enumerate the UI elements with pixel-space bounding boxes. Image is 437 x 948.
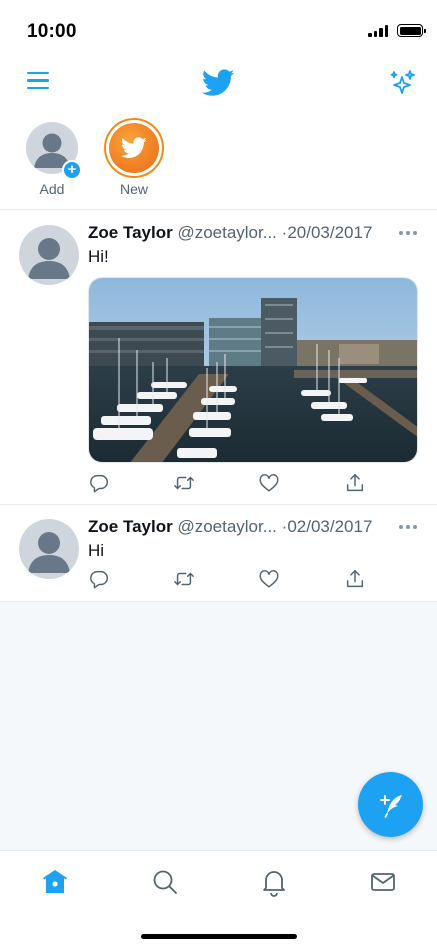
- retweet-icon[interactable]: [173, 472, 195, 494]
- status-bar: 10:00: [0, 0, 437, 58]
- tweet-text: Hi!: [88, 247, 109, 266]
- retweet-icon[interactable]: [173, 568, 195, 590]
- compose-tweet-icon: [379, 794, 402, 818]
- tweet-date: 20/03/2017: [287, 223, 373, 242]
- share-icon[interactable]: [344, 472, 366, 494]
- fleet-label-add: Add: [39, 181, 65, 197]
- twitter-bird-icon: [201, 69, 235, 102]
- tab-home[interactable]: [40, 867, 70, 897]
- twitter-bird-icon: [121, 137, 147, 158]
- fleet-new[interactable]: New: [102, 118, 166, 197]
- bell-icon: [263, 871, 285, 897]
- tab-bar: [0, 850, 437, 948]
- tweet-header: Zoe Taylor @zoetaylor... ·20/03/2017: [88, 223, 420, 243]
- fleets-row: + Add New: [0, 110, 437, 210]
- home-icon: [43, 870, 67, 893]
- status-time: 10:00: [27, 21, 77, 42]
- reply-icon[interactable]: [88, 472, 110, 494]
- mail-icon: [371, 873, 395, 891]
- top-bar: [0, 58, 437, 110]
- tweet-actions: [88, 472, 368, 496]
- like-icon[interactable]: [258, 568, 280, 590]
- more-options-icon[interactable]: [399, 231, 417, 235]
- tweet-author-handle[interactable]: @zoetaylor...: [177, 223, 276, 242]
- avatar[interactable]: [19, 225, 79, 285]
- tweet-author-name[interactable]: Zoe Taylor: [88, 223, 173, 242]
- hamburger-menu-icon[interactable]: [27, 72, 49, 94]
- search-icon: [153, 870, 177, 894]
- fleet-add[interactable]: + Add: [20, 122, 84, 197]
- fleet-ring: [104, 118, 164, 178]
- signal-icon: [368, 24, 388, 37]
- tweet[interactable]: Zoe Taylor @zoetaylor... ·20/03/2017 Hi!: [0, 211, 437, 505]
- tweet-header: Zoe Taylor @zoetaylor... ·02/03/2017: [88, 517, 420, 537]
- tweet-actions: [88, 568, 368, 592]
- status-icons: [368, 24, 426, 37]
- reply-icon[interactable]: [88, 568, 110, 590]
- tweet-text: Hi: [88, 541, 105, 560]
- battery-icon: [397, 24, 426, 37]
- tweet-author-name[interactable]: Zoe Taylor: [88, 517, 173, 536]
- tweet-media-image[interactable]: [88, 277, 418, 463]
- tweet-author-handle[interactable]: @zoetaylor...: [177, 517, 276, 536]
- tweet-date: 02/03/2017: [287, 517, 373, 536]
- tab-search[interactable]: [150, 867, 180, 897]
- compose-tweet-button[interactable]: [358, 772, 423, 837]
- avatar[interactable]: [19, 519, 79, 579]
- plus-icon: +: [62, 160, 82, 180]
- more-options-icon[interactable]: [399, 525, 417, 529]
- tab-notifications[interactable]: [259, 867, 289, 897]
- tweet[interactable]: Zoe Taylor @zoetaylor... ·02/03/2017 Hi: [0, 505, 437, 602]
- home-indicator[interactable]: [141, 934, 297, 939]
- share-icon[interactable]: [344, 568, 366, 590]
- tab-messages[interactable]: [368, 867, 398, 897]
- like-icon[interactable]: [258, 472, 280, 494]
- fleet-label-new: New: [119, 181, 148, 197]
- sparkle-icon[interactable]: [387, 68, 417, 103]
